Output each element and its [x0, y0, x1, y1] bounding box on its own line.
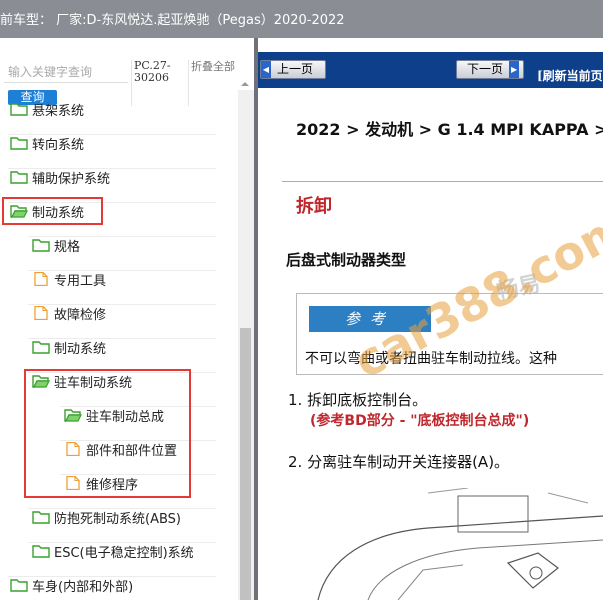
folder-icon [32, 511, 50, 524]
tree-scrollbar[interactable] [238, 90, 254, 600]
tree-item-label: 车身(内部和外部) [32, 579, 134, 595]
folder-icon [10, 103, 28, 116]
step-2: 2. 分离驻车制动开关连接器(A)。 [288, 453, 510, 471]
left-pane: 查询 PC.27-30206 折叠全部 悬架系统 转向系统 [0, 38, 254, 600]
tree-item-repair-procedures[interactable]: 维修程序 [64, 470, 138, 496]
step-1: 1. 拆卸底板控制台。 [288, 391, 428, 409]
note-box: 参考 不可以弯曲或者扭曲驻车制动拉线。这种 [296, 293, 603, 375]
tree-item-troubleshooting[interactable]: 故障检修 [32, 300, 106, 326]
section-title: 拆卸 [296, 196, 332, 217]
folder-open-icon [10, 205, 28, 218]
parking-brake-illustration [317, 488, 603, 600]
tree-item-label: 驻车制动总成 [86, 409, 165, 425]
content-pane: ◀ 上一页 下一页 ▶ [刷新当前页 2022 > 发动机 > G 1.4 MP… [258, 38, 603, 600]
tree-item-suspension[interactable]: 悬架系统 [10, 96, 84, 122]
page-nav-bar: ◀ 上一页 下一页 ▶ [刷新当前页 [258, 52, 603, 88]
folder-icon [32, 341, 50, 354]
tree-item-label: 维修程序 [86, 477, 139, 493]
tree-item-body[interactable]: 车身(内部和外部) [10, 572, 133, 598]
folder-icon [10, 171, 28, 184]
collapse-all-button[interactable]: 折叠全部 [191, 60, 237, 74]
refresh-page-link[interactable]: [刷新当前页 [537, 67, 603, 84]
tree-item-parking-brake-assembly[interactable]: 驻车制动总成 [64, 402, 164, 428]
tree-item-special-tools[interactable]: 专用工具 [32, 266, 106, 292]
folder-icon [10, 137, 28, 150]
tree-item-label: 悬架系统 [32, 103, 85, 119]
tree-item-label: 规格 [54, 239, 81, 255]
nav-tree: 悬架系统 转向系统 辅助保护系统 制动系统 规格 专用工具 故障检修 制动系统 [0, 90, 238, 600]
tree-item-restraint[interactable]: 辅助保护系统 [10, 164, 110, 190]
tree-item-steering[interactable]: 转向系统 [10, 130, 84, 156]
folder-open-icon [64, 409, 82, 422]
tree-item-label: 转向系统 [32, 137, 85, 153]
tree-item-label: 故障检修 [54, 307, 107, 323]
folder-open-icon [32, 375, 50, 388]
note-text: 不可以弯曲或者扭曲驻车制动拉线。这种 [305, 351, 557, 367]
folder-icon [32, 545, 50, 558]
breadcrumb: 2022 > 发动机 > G 1.4 MPI KAPPA > [296, 120, 603, 139]
tree-item-label: 辅助保护系统 [32, 171, 111, 187]
folder-icon [32, 239, 50, 252]
tree-item-label: 防抱死制动系统(ABS) [54, 511, 181, 527]
collapse-arrow-icon[interactable] [241, 82, 249, 86]
subsection-title: 后盘式制动器类型 [286, 251, 407, 269]
window-title: 前车型： 厂家:D-东风悦达.起亚焕驰（Pegas）2020-2022 [0, 13, 345, 28]
tree-item-components-locations[interactable]: 部件和部件位置 [64, 436, 177, 462]
next-page-label: 下一页 [467, 62, 504, 76]
folder-icon [10, 579, 28, 592]
tree-item-label: 专用工具 [54, 273, 107, 289]
prev-page-button[interactable]: ◀ 上一页 [260, 60, 326, 79]
document-icon [66, 476, 80, 490]
tree-item-label: ESC(电子稳定控制)系统 [54, 545, 194, 561]
tree-item-brake-system[interactable]: 制动系统 [10, 198, 84, 224]
search-input[interactable] [4, 61, 128, 83]
prev-page-label: 上一页 [277, 62, 314, 76]
document-icon [34, 272, 48, 286]
tree-item-abs[interactable]: 防抱死制动系统(ABS) [32, 504, 181, 530]
note-header: 参考 [309, 306, 431, 332]
tree-item-parking-brake-system[interactable]: 驻车制动系统 [32, 368, 132, 394]
title-bar: 前车型： 厂家:D-东风悦达.起亚焕驰（Pegas）2020-2022 [0, 0, 603, 38]
step-1-reference-link[interactable]: (参考BD部分 - "底板控制台总成") [310, 410, 529, 430]
tree-item-label: 部件和部件位置 [86, 443, 178, 459]
next-page-button[interactable]: 下一页 ▶ [456, 60, 524, 79]
arrow-right-icon: ▶ [509, 61, 520, 78]
tree-item-label: 制动系统 [32, 205, 85, 221]
arrow-left-icon: ◀ [261, 61, 271, 78]
document-icon [34, 306, 48, 320]
tree-item-label: 驻车制动系统 [54, 375, 133, 391]
tree-item-brake-system-sub[interactable]: 制动系统 [32, 334, 106, 360]
document-icon [66, 442, 80, 456]
tree-item-label: 制动系统 [54, 341, 107, 357]
pc-code: PC.27-30206 [134, 59, 171, 84]
divider [282, 181, 603, 182]
tree-item-specs[interactable]: 规格 [32, 232, 80, 258]
scrollbar-thumb[interactable] [240, 328, 251, 600]
tree-item-esc[interactable]: ESC(电子稳定控制)系统 [32, 538, 194, 564]
